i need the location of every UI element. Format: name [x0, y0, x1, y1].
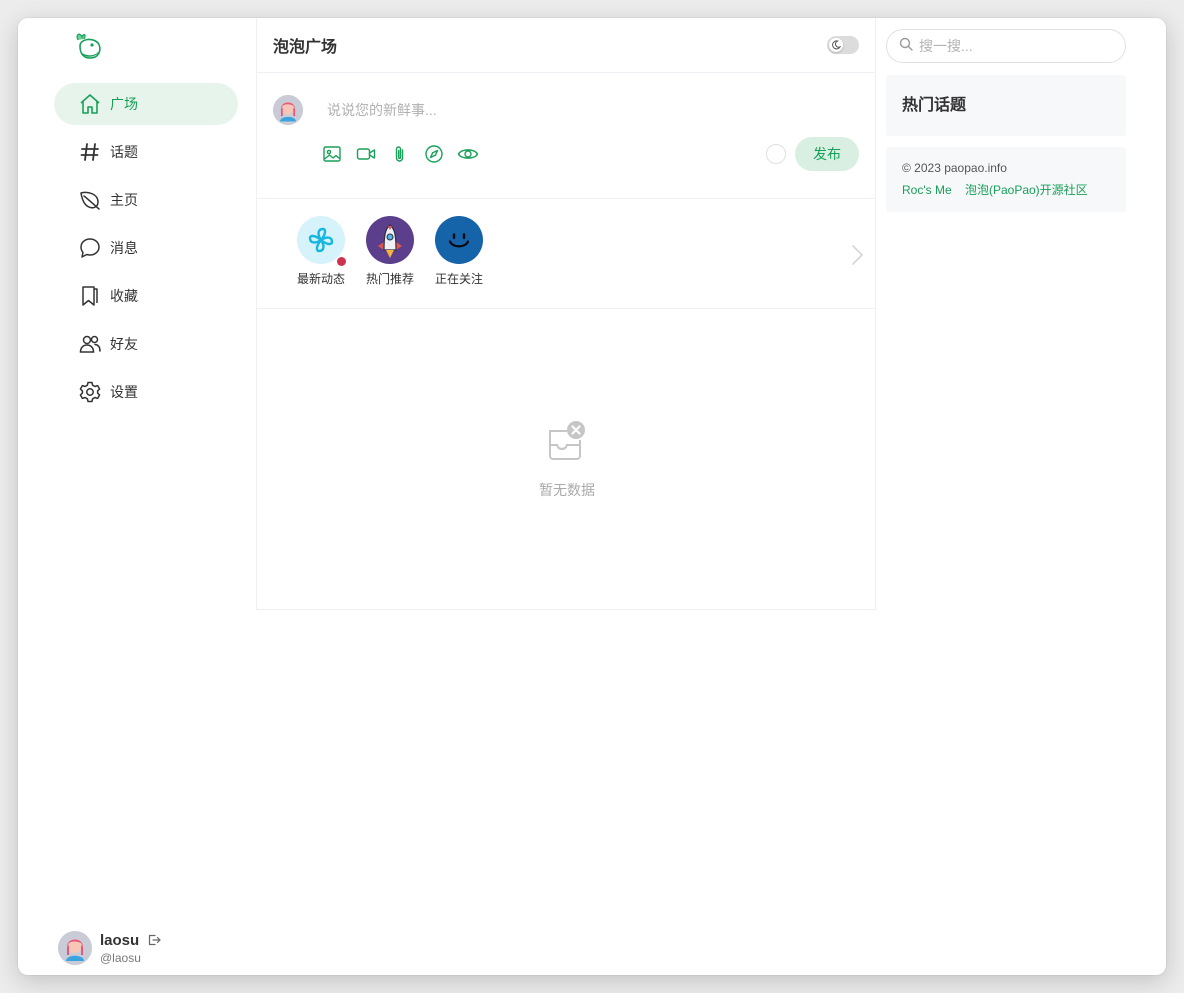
empty-inbox-icon [545, 420, 589, 464]
hashtag-icon [78, 140, 102, 164]
compass-icon[interactable] [423, 143, 445, 165]
gear-icon [78, 380, 102, 404]
sidebar-item-settings[interactable]: 设置 [54, 371, 238, 413]
sidebar-item-square[interactable]: 广场 [54, 83, 238, 125]
channel-label: 正在关注 [434, 272, 483, 286]
search-icon [899, 37, 913, 56]
new-notice-dot [337, 257, 346, 266]
main-header: 泡泡广场 [257, 18, 875, 73]
pinwheel-icon [297, 216, 346, 266]
post-composer: 发布 [257, 73, 875, 199]
leaf-icon [78, 188, 102, 212]
chat-bubble-icon [78, 236, 102, 260]
video-icon[interactable] [355, 143, 377, 165]
search-box[interactable] [886, 29, 1126, 63]
page-title: 泡泡广场 [273, 39, 338, 56]
logout-icon[interactable] [147, 933, 161, 947]
channel-hot[interactable]: 热门推荐 [362, 216, 418, 287]
channel-label: 最新动态 [296, 272, 345, 286]
channel-following[interactable]: 正在关注 [431, 216, 487, 287]
chevron-right-icon[interactable] [849, 243, 865, 267]
publish-button[interactable]: 发布 [795, 137, 859, 171]
theme-toggle[interactable] [827, 36, 859, 54]
hot-topics-card: 热门话题 [886, 75, 1126, 136]
copyright-text: © 2023 paopao.info [902, 161, 1007, 175]
channel-latest[interactable]: 最新动态 [293, 216, 349, 287]
empty-state: 暂无数据 [257, 310, 877, 610]
post-input[interactable] [327, 99, 807, 121]
sidebar-item-label: 消息 [110, 240, 138, 256]
eye-icon[interactable] [457, 143, 479, 165]
sidebar-item-label: 设置 [110, 384, 138, 400]
attachment-icon[interactable] [389, 143, 411, 165]
link-paopao-community[interactable]: 泡泡(PaoPao)开源社区 [965, 183, 1088, 197]
main-column: 泡泡广场 说说您的新鲜事... 发布 最新动态 热门推荐 正在关注 暂无数据 [256, 18, 876, 610]
sidebar-item-friends[interactable]: 好友 [54, 323, 238, 365]
sidebar-item-messages[interactable]: 消息 [54, 227, 238, 269]
smiley-icon [435, 216, 483, 264]
link-rocs-me[interactable]: Roc's Me [902, 183, 952, 197]
sidebar-item-collections[interactable]: 收藏 [54, 275, 238, 317]
paopao-logo-icon[interactable] [70, 28, 106, 64]
user-handle: @laosu [100, 950, 141, 965]
sidebar-item-label: 广场 [110, 96, 138, 112]
sidebar-item-label: 主页 [110, 192, 138, 208]
empty-state-text: 暂无数据 [539, 482, 595, 498]
rocket-icon [366, 216, 414, 264]
home-icon [78, 92, 102, 116]
channel-strip: 最新动态 热门推荐 正在关注 [257, 199, 875, 309]
composer-toolbar [321, 143, 491, 165]
user-name: laosu [100, 931, 140, 949]
char-limit-ring [766, 144, 786, 164]
channel-label: 热门推荐 [365, 272, 414, 286]
sidebar-item-label: 话题 [110, 144, 138, 160]
sidebar-item-label: 好友 [110, 336, 138, 352]
image-icon[interactable] [321, 143, 343, 165]
avatar[interactable] [58, 931, 92, 965]
sidebar-item-label: 收藏 [110, 288, 138, 304]
search-input[interactable] [919, 38, 1109, 54]
sidebar-nav: 广场 话题 主页 消息 收藏 好友 设置 [54, 83, 238, 419]
sidebar-item-topics[interactable]: 话题 [54, 131, 238, 173]
moon-icon [829, 38, 843, 52]
people-icon [78, 332, 102, 356]
app-window: 广场 话题 主页 消息 收藏 好友 设置 laosu @laosu 泡泡广场 说… [18, 18, 1166, 975]
footer-card: © 2023 paopao.info Roc's Me 泡泡(PaoPao)开源… [886, 147, 1126, 212]
bookmark-icon [78, 284, 102, 308]
sidebar-item-profile[interactable]: 主页 [54, 179, 238, 221]
hot-topics-title: 热门话题 [902, 97, 967, 114]
avatar [273, 95, 303, 125]
user-card: laosu @laosu [58, 928, 161, 968]
